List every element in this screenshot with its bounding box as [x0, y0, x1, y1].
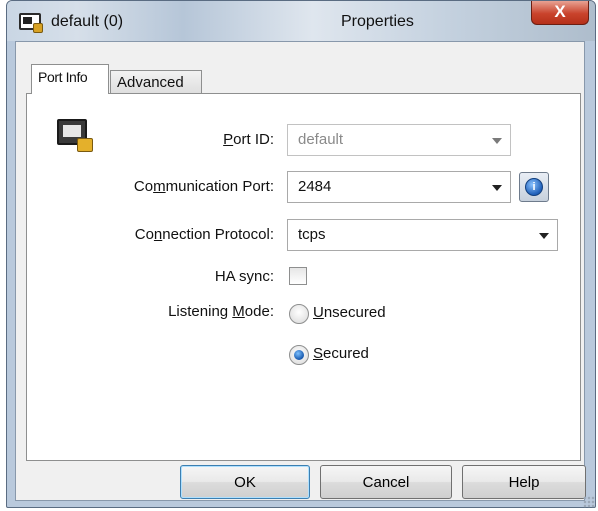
ha-sync-label: HA sync: [214, 268, 274, 285]
cancel-button[interactable]: Cancel [320, 465, 452, 499]
window-title-suffix: Properties [341, 13, 414, 30]
listening-mode-label: Listening Mode: [168, 303, 274, 320]
communication-port-value: 2484 [298, 178, 332, 195]
title-bar[interactable]: default (0) Properties X [7, 1, 595, 41]
port-id-value: default [298, 131, 344, 148]
chevron-down-icon[interactable] [539, 233, 549, 239]
info-icon: i [525, 178, 543, 196]
resize-grip-icon[interactable] [583, 496, 595, 508]
secured-radio[interactable] [289, 345, 309, 365]
ha-sync-checkbox[interactable] [289, 267, 307, 285]
secured-radio-label[interactable]: Secured [313, 345, 369, 362]
tab-port-info[interactable]: Port Info [31, 64, 109, 94]
connection-protocol-select[interactable]: tcps [287, 219, 558, 251]
port-id-select: default [287, 124, 511, 156]
ok-button[interactable]: OK [180, 465, 310, 499]
unsecured-radio[interactable] [289, 304, 309, 324]
info-button[interactable]: i [519, 172, 549, 202]
connection-protocol-value: tcps [298, 226, 326, 243]
network-port-lock-icon [57, 119, 93, 152]
communication-port-label: Communication Port: [133, 178, 274, 195]
port-lock-icon [19, 13, 43, 33]
window-title: default (0) [51, 13, 124, 30]
communication-port-select[interactable]: 2484 [287, 171, 511, 203]
port-id-label: Port ID: [223, 131, 274, 148]
connection-protocol-label: Connection Protocol: [134, 226, 274, 243]
help-button[interactable]: Help [462, 465, 586, 499]
chevron-down-icon [492, 138, 502, 144]
chevron-down-icon[interactable] [492, 185, 502, 191]
unsecured-radio-label[interactable]: Unsecured [313, 304, 386, 321]
close-button[interactable]: X [531, 1, 589, 25]
